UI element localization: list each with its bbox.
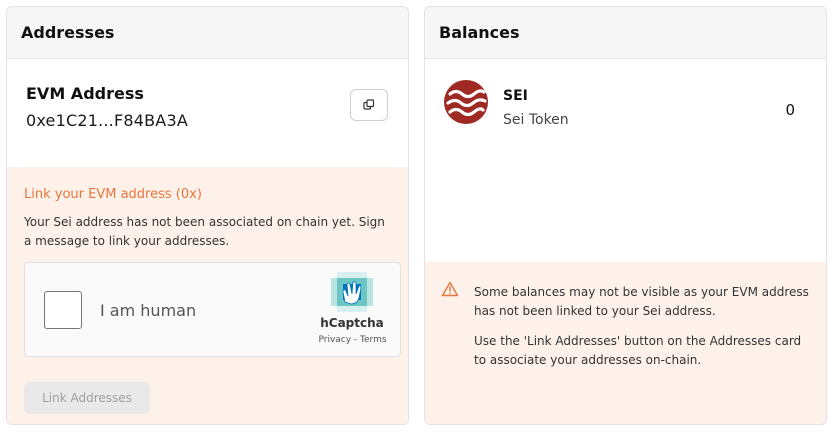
balances-card-title: Balances: [425, 7, 826, 59]
copy-address-button[interactable]: [350, 89, 388, 121]
warning-text-instructions: Use the 'Link Addresses' button on the A…: [474, 334, 802, 367]
captcha-privacy-terms-link[interactable]: Privacy - Terms: [310, 335, 395, 345]
captcha-checkbox[interactable]: [44, 291, 82, 329]
link-addresses-button[interactable]: Link Addresses: [24, 382, 150, 414]
balance-warning: Some balances may not be visible as your…: [425, 262, 826, 424]
warning-icon: [441, 281, 459, 297]
hcaptcha-logo-icon: [331, 272, 373, 312]
sei-logo-icon: [444, 80, 488, 124]
warning-text-visibility: Some balances may not be visible as your…: [474, 285, 809, 318]
captcha-brand: hCaptcha: [320, 316, 384, 330]
token-symbol: SEI: [503, 88, 528, 104]
evm-address-panel: EVM Address 0xe1C21...F84BA3A: [7, 59, 408, 167]
addresses-card: Addresses EVM Address 0xe1C21...F84BA3A …: [6, 6, 409, 425]
balances-card: Balances SEI Sei Token 0 Some balances m…: [424, 6, 827, 425]
captcha-label: I am human: [100, 301, 197, 320]
token-row: SEI Sei Token 0: [425, 59, 826, 129]
addresses-card-title: Addresses: [7, 7, 408, 59]
evm-address-value: 0xe1C21...F84BA3A: [26, 111, 188, 130]
link-evm-description: Your Sei address has not been associated…: [24, 215, 385, 248]
link-evm-section: Link your EVM address (0x) Your Sei addr…: [7, 167, 408, 424]
evm-address-label: EVM Address: [26, 84, 144, 103]
token-balance: 0: [785, 101, 795, 119]
link-evm-title: Link your EVM address (0x): [24, 187, 202, 202]
token-name: Sei Token: [503, 112, 569, 128]
hcaptcha-widget: I am human hCaptcha Privacy - Terms: [24, 262, 401, 357]
copy-icon: [363, 99, 375, 110]
